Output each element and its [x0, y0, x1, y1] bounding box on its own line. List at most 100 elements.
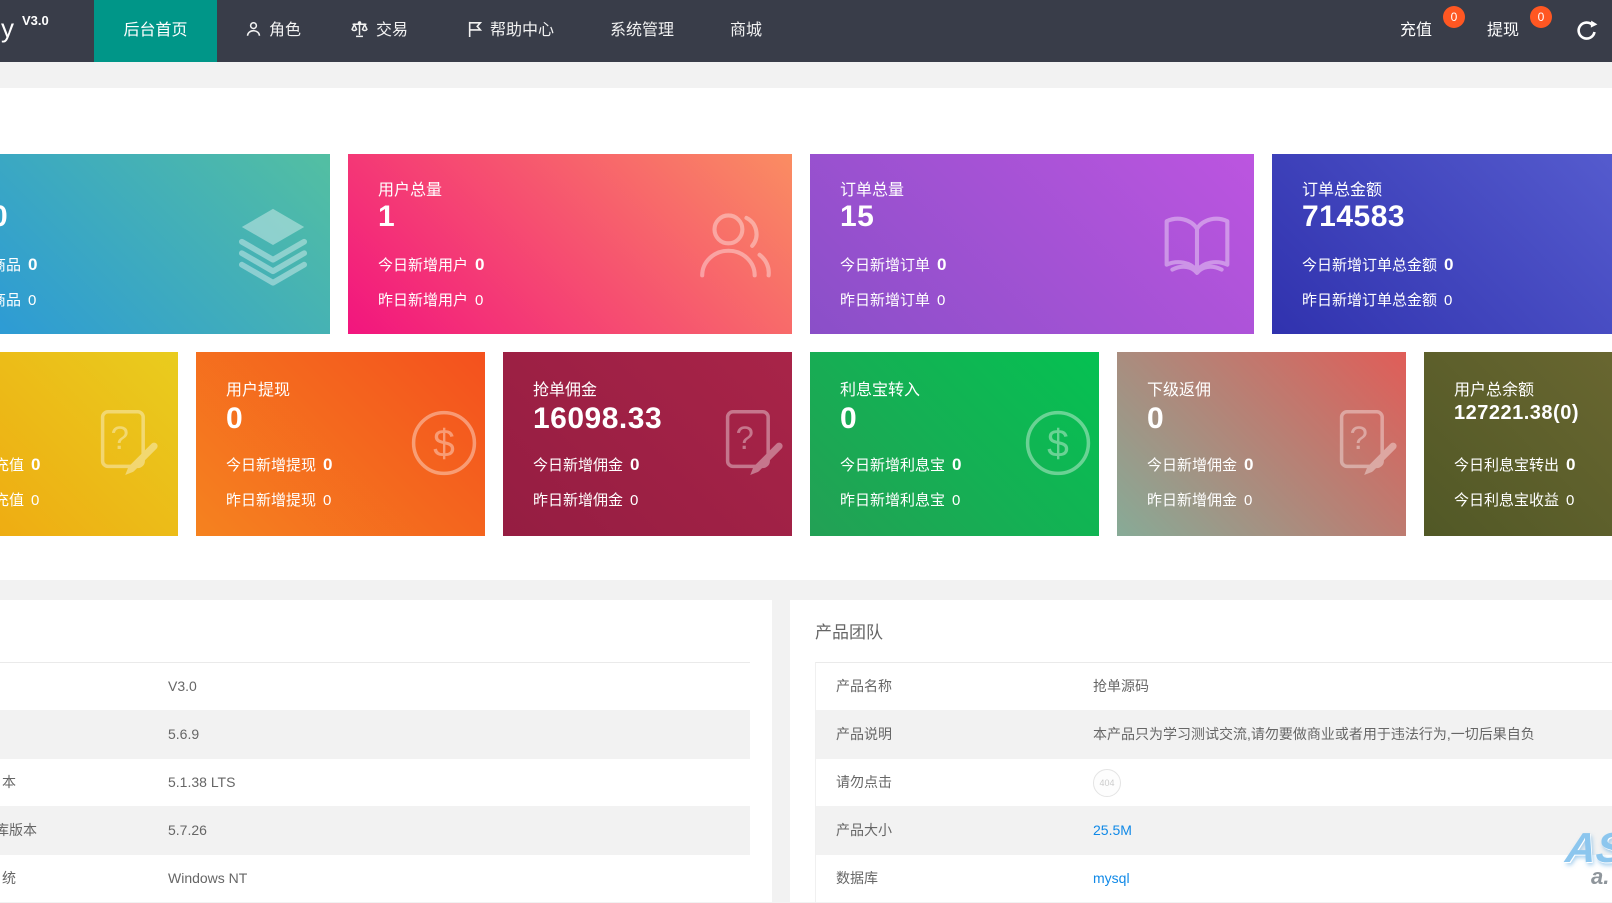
- doc-question-icon: ?: [87, 404, 165, 482]
- card-title: 订单总金额: [1302, 176, 1382, 200]
- recharge-button[interactable]: 充值: [1400, 0, 1432, 62]
- table-row: 产品名称 抢单源码: [816, 663, 1612, 711]
- nav-item-system[interactable]: 系统管理: [610, 0, 674, 62]
- nav-item-label: 后台首页: [123, 22, 187, 39]
- card-line1-label: 今日新增佣金: [1147, 457, 1237, 474]
- doc-question-icon: ?: [712, 404, 790, 482]
- stat-card-interest-in: 利息宝转入 0 今日新增利息宝0 昨日新增利息宝0 $: [810, 352, 1099, 536]
- product-info-table: 产品名称 抢单源码 产品说明 本产品只为学习测试交流,请勿要做商业或者用于违法行…: [815, 662, 1612, 903]
- flag-icon: [467, 20, 483, 38]
- row-label: 产品大小: [836, 807, 892, 854]
- table-row: 产品大小 25.5M: [816, 807, 1612, 855]
- table-row: 数据库 mysql: [816, 855, 1612, 903]
- nav-item-mall[interactable]: 商城: [730, 0, 762, 62]
- nav-item-help-center[interactable]: 帮助中心: [467, 0, 554, 62]
- table-row: 产品说明 本产品只为学习测试交流,请勿要做商业或者用于违法行为,一切后果自负: [816, 711, 1612, 759]
- card-line1-value: 0: [1444, 255, 1453, 274]
- logo-version: V3.0: [22, 13, 49, 28]
- nav-item-label: 系统管理: [610, 22, 674, 39]
- card-line1-label: 今日新增订单总金额: [1302, 257, 1437, 274]
- withdraw-label: 提现: [1487, 22, 1519, 39]
- stat-card-order-amount: 订单总金额 714583 今日新增订单总金额0 昨日新增订单总金额0 $: [1272, 154, 1612, 334]
- card-title: 抢单佣金: [533, 376, 597, 400]
- card-line2-value: 0: [952, 492, 960, 509]
- card-line2-value: 0: [1444, 292, 1452, 309]
- stat-card-total-balance: 用户总余额 127221.38(0) 今日利息宝转出0 今日利息宝收益0: [1424, 352, 1612, 536]
- nav-item-label: 角色: [269, 22, 301, 39]
- card-line2-value: 0: [630, 492, 638, 509]
- dollar-circle-icon: $: [1019, 404, 1097, 482]
- stat-card-withdraw: 用户提现 0 今日新增提现0 昨日新增提现0 $: [196, 352, 485, 536]
- card-line1-value: 0: [28, 255, 37, 274]
- top-navbar: y V3.0 后台首页 角色 交易 帮助中心 系统管理 商: [0, 0, 1612, 62]
- card-line1-value: 0: [952, 455, 961, 474]
- card-line1-label: 今日新增提现: [226, 457, 316, 474]
- svg-text:?: ?: [111, 419, 129, 456]
- table-row: 请勿点击 404: [816, 759, 1612, 807]
- card-line2-label: 昨日新增佣金: [1147, 492, 1237, 509]
- card-title: 用户总量: [378, 176, 442, 200]
- card-line2-value: 0: [31, 492, 39, 509]
- svg-text:$: $: [433, 422, 455, 465]
- card-line2-label: 今日利息宝收益: [1454, 492, 1559, 509]
- card-title: 利息宝转入: [840, 376, 920, 400]
- card-line1-label: 今日利息宝转出: [1454, 457, 1559, 474]
- card-line2-label: 商品: [0, 292, 21, 309]
- card-line2-value: 0: [323, 492, 331, 509]
- recharge-badge[interactable]: 0: [1443, 6, 1465, 28]
- card-line1-label: 今日新增用户: [378, 257, 468, 274]
- panel-title: 产品团队: [815, 618, 883, 643]
- row-value: 5.6.9: [168, 711, 199, 758]
- card-value: 0: [0, 200, 8, 234]
- recharge-label: 充值: [1400, 22, 1432, 39]
- card-line1-value: 0: [1566, 455, 1575, 474]
- person-icon: [245, 20, 262, 38]
- stat-card-grab-commission: 抢单佣金 16098.33 今日新增佣金 0 昨日新增佣金 0 ?: [503, 352, 792, 536]
- layers-icon: [232, 204, 314, 286]
- card-title: 用户提现: [226, 376, 290, 400]
- stat-card-sub-rebate: 下级返佣 0 今日新增佣金0 昨日新增佣金0 ?: [1117, 352, 1406, 536]
- card-line1-value: 0: [630, 455, 639, 474]
- card-line2-value: 0: [1566, 492, 1574, 509]
- card-value: 0: [840, 402, 857, 436]
- nav-item-roles[interactable]: 角色: [245, 0, 301, 62]
- nav-item-dashboard[interactable]: 后台首页: [94, 0, 217, 62]
- card-value: 16098.33: [533, 402, 662, 436]
- card-line2-value: 0: [28, 292, 36, 309]
- refresh-icon[interactable]: [1575, 19, 1599, 43]
- database-link[interactable]: mysql: [1093, 855, 1130, 902]
- card-line2-label: 昨日新增订单: [840, 292, 930, 309]
- nav-item-label: 商城: [730, 22, 762, 39]
- 404-badge[interactable]: 404: [1093, 769, 1121, 797]
- withdraw-badge[interactable]: 0: [1530, 6, 1552, 28]
- table-row: 本 5.1.38 LTS: [0, 759, 750, 807]
- row-label: 统: [2, 855, 16, 902]
- row-label: 请勿点击: [836, 759, 892, 806]
- nav-item-trade[interactable]: 交易: [350, 0, 408, 62]
- card-line1-label: 商品: [0, 257, 21, 274]
- watermark-subtext: a.: [1591, 864, 1609, 890]
- svg-text:?: ?: [1350, 419, 1368, 456]
- withdraw-button[interactable]: 提现: [1487, 0, 1519, 62]
- doc-question-icon: ?: [1326, 404, 1404, 482]
- table-row: 库版本 5.7.26: [0, 807, 750, 855]
- card-line2-label: 昨日新增订单总金额: [1302, 292, 1437, 309]
- card-line2-label: 昨日新增提现: [226, 492, 316, 509]
- row-label: 库版本: [0, 807, 37, 854]
- card-line2-label: 昨日新增佣金: [533, 492, 623, 509]
- card-line2-label: 昨日新增用户: [378, 292, 468, 309]
- row-label: 本: [2, 759, 16, 806]
- nav-item-label: 帮助中心: [490, 22, 554, 39]
- table-row: V3.0: [0, 663, 750, 711]
- product-size-link[interactable]: 25.5M: [1093, 807, 1132, 854]
- row-value: 5.7.26: [168, 807, 207, 854]
- card-line2-label: 昨日新增利息宝: [840, 492, 945, 509]
- stat-card-users: 用户总量 1 今日新增用户0 昨日新增用户0: [348, 154, 792, 334]
- card-line1-value: 0: [31, 455, 40, 474]
- row-value: Windows NT: [168, 855, 247, 902]
- stat-card-goods: 0 商品 0 商品 0: [0, 154, 330, 334]
- card-line1-label: 今日新增佣金: [533, 457, 623, 474]
- card-line2-value: 0: [475, 292, 483, 309]
- scale-icon: [350, 20, 369, 38]
- card-line1-value: 0: [475, 255, 484, 274]
